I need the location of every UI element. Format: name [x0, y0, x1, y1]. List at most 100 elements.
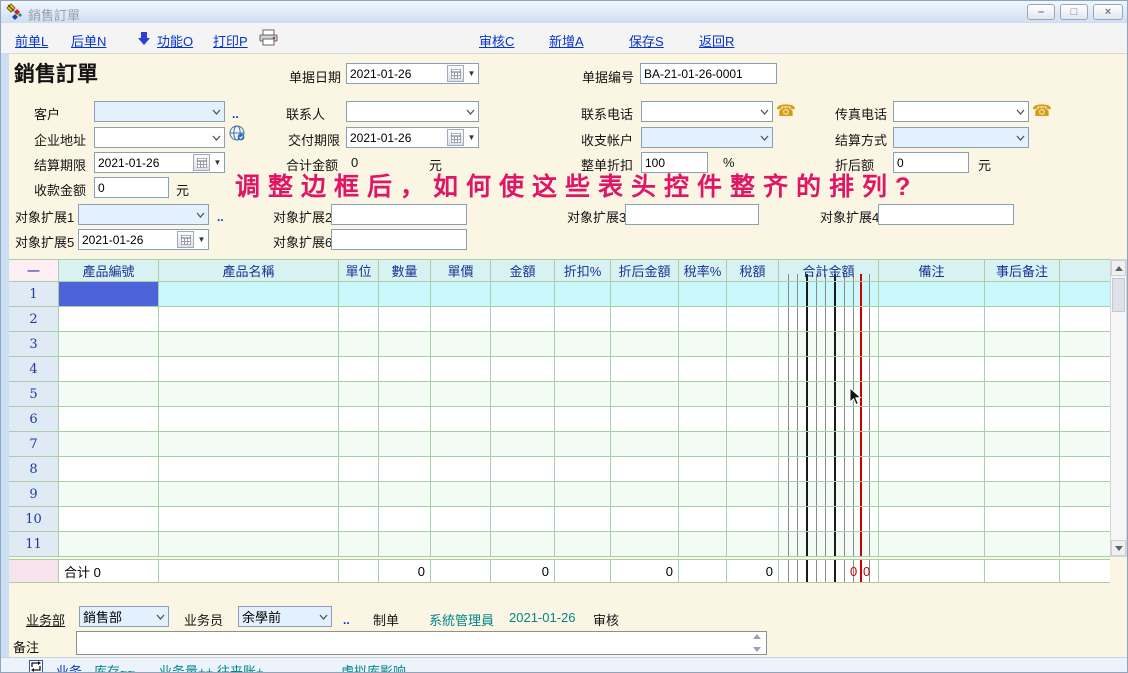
grid-cell[interactable]: [59, 307, 159, 331]
grid-cell[interactable]: [879, 282, 985, 306]
grid-cell[interactable]: [159, 432, 339, 456]
ext2-input[interactable]: [331, 204, 467, 225]
printer-icon[interactable]: [259, 29, 278, 51]
grid-cell[interactable]: [431, 432, 491, 456]
ext1-more-button[interactable]: ..: [217, 210, 224, 224]
grid-cell[interactable]: [59, 457, 159, 481]
chevron-down-icon[interactable]: [193, 212, 208, 218]
grid-cell[interactable]: [379, 307, 431, 331]
grid-cell[interactable]: [611, 307, 679, 331]
dropdown-arrow-icon[interactable]: ▼: [465, 69, 478, 78]
grid-cell[interactable]: [679, 307, 727, 331]
grid-cell[interactable]: [431, 407, 491, 431]
grid-cell[interactable]: [491, 407, 555, 431]
column-header[interactable]: 數量: [379, 260, 431, 281]
grid-cell[interactable]: [727, 432, 779, 456]
row-number[interactable]: 5: [9, 382, 59, 406]
grid-cell[interactable]: [679, 507, 727, 531]
selected-cell[interactable]: [59, 282, 159, 306]
chevron-down-icon[interactable]: [153, 614, 168, 620]
grid-cell[interactable]: [985, 382, 1060, 406]
grid-cell[interactable]: [879, 307, 985, 331]
status-account-link[interactable]: 往来账+: [217, 661, 264, 673]
back-button[interactable]: 返回R: [699, 31, 734, 50]
grid-cell[interactable]: [59, 382, 159, 406]
grid-cell[interactable]: [779, 407, 879, 431]
grid-cell[interactable]: [779, 332, 879, 356]
row-number[interactable]: 7: [9, 432, 59, 456]
grid-cell[interactable]: [779, 457, 879, 481]
column-header[interactable]: 事后备注: [985, 260, 1060, 281]
remark-textarea[interactable]: [76, 631, 767, 655]
grid-cell[interactable]: [379, 457, 431, 481]
grid-cell[interactable]: [611, 282, 679, 306]
grid-cell[interactable]: [491, 307, 555, 331]
grid-cell[interactable]: [59, 432, 159, 456]
grid-cell[interactable]: [611, 382, 679, 406]
grid-cell[interactable]: [431, 507, 491, 531]
grid-cell[interactable]: [879, 532, 985, 556]
row-number[interactable]: 4: [9, 357, 59, 381]
grid-cell[interactable]: [555, 307, 611, 331]
grid-cell[interactable]: [679, 282, 727, 306]
grid-cell[interactable]: [159, 482, 339, 506]
grid-cell[interactable]: [727, 282, 779, 306]
status-biz-link[interactable]: 业务: [56, 661, 82, 673]
grid-cell[interactable]: [779, 507, 879, 531]
doc-date-field[interactable]: 2021-01-26 ▼: [346, 63, 479, 84]
grid-cell[interactable]: [379, 332, 431, 356]
vertical-scrollbar[interactable]: [1110, 259, 1127, 557]
phone-icon[interactable]: ☎: [1032, 101, 1052, 121]
grid-cell[interactable]: [555, 532, 611, 556]
grid-cell[interactable]: [339, 507, 379, 531]
salesman-combo[interactable]: 余學前: [238, 606, 332, 627]
grid-cell[interactable]: [491, 432, 555, 456]
chevron-down-icon[interactable]: [209, 135, 224, 141]
grid-cell[interactable]: [431, 482, 491, 506]
column-header[interactable]: 備注: [879, 260, 985, 281]
doc-no-input[interactable]: [640, 63, 777, 84]
minimize-button[interactable]: –: [1027, 4, 1055, 20]
globe-icon[interactable]: [229, 125, 246, 147]
grid-cell[interactable]: [727, 332, 779, 356]
dept-combo[interactable]: 銷售部: [79, 606, 169, 627]
grid-cell[interactable]: [339, 307, 379, 331]
grid-cell[interactable]: [59, 507, 159, 531]
grid-cell[interactable]: [879, 432, 985, 456]
calendar-icon[interactable]: [177, 231, 194, 248]
grid-cell[interactable]: [727, 307, 779, 331]
grid-cell[interactable]: [379, 407, 431, 431]
grid-cell[interactable]: [611, 357, 679, 381]
grid-cell[interactable]: [431, 532, 491, 556]
refresh-icon[interactable]: [29, 660, 43, 673]
grid-cell[interactable]: [727, 507, 779, 531]
grid-cell[interactable]: [679, 482, 727, 506]
grid-cell[interactable]: [379, 482, 431, 506]
received-input[interactable]: [94, 177, 169, 198]
grid-cell[interactable]: [679, 407, 727, 431]
customer-combo[interactable]: [94, 101, 225, 122]
grid-cell[interactable]: [555, 507, 611, 531]
grid-cell[interactable]: [879, 407, 985, 431]
grid-cell[interactable]: [159, 332, 339, 356]
dropdown-arrow-icon[interactable]: ▼: [211, 158, 224, 167]
row-number[interactable]: 11: [9, 532, 59, 556]
chevron-down-icon[interactable]: [316, 614, 331, 620]
scrollbar-thumb[interactable]: [1112, 278, 1125, 312]
grid-cell[interactable]: [879, 482, 985, 506]
grid-cell[interactable]: [727, 482, 779, 506]
grid-cell[interactable]: [679, 457, 727, 481]
grid-cell[interactable]: [379, 432, 431, 456]
grid-cell[interactable]: [611, 482, 679, 506]
grid-cell[interactable]: [779, 432, 879, 456]
grid-cell[interactable]: [985, 407, 1060, 431]
grid-cell[interactable]: [985, 482, 1060, 506]
calendar-icon[interactable]: [447, 65, 464, 82]
grid-cell[interactable]: [555, 357, 611, 381]
grid-cell[interactable]: [611, 532, 679, 556]
row-number[interactable]: 2: [9, 307, 59, 331]
grid-cell[interactable]: [879, 357, 985, 381]
grid-cell[interactable]: [779, 382, 879, 406]
grid-cell[interactable]: [491, 382, 555, 406]
grid-cell[interactable]: [679, 432, 727, 456]
